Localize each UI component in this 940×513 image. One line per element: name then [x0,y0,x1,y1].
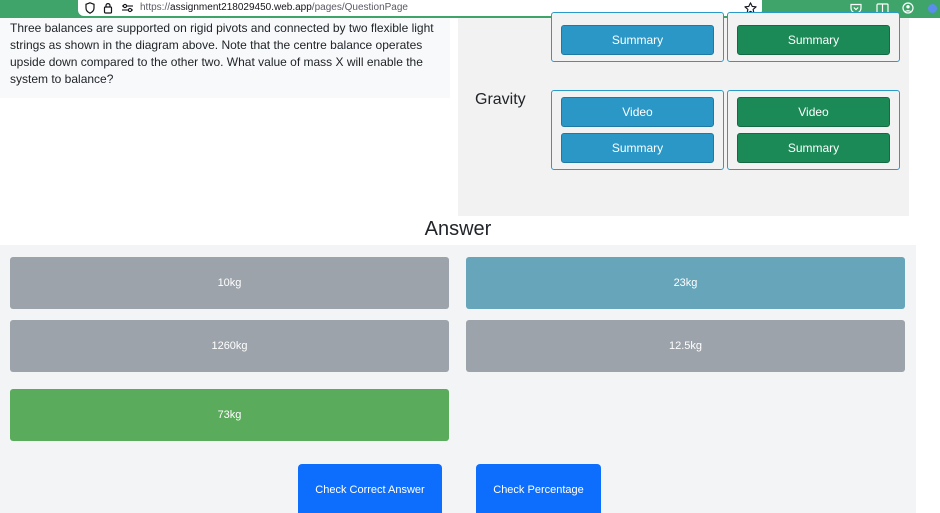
resource-box-gravity-left: Video Summary [551,90,724,170]
summary-button-left[interactable]: Summary [561,25,714,55]
extension-icon[interactable] [927,1,938,15]
resource-box-gravity-right: Video Summary [727,90,900,170]
check-correct-answer-button[interactable]: Check Correct Answer [298,464,442,513]
gravity-summary-button-right[interactable]: Summary [737,133,890,163]
question-panel: Three balances are supported on rigid pi… [0,18,450,98]
gravity-video-button-right[interactable]: Video [737,97,890,127]
answer-option-3[interactable]: 1260kg [10,320,449,372]
permissions-icon[interactable] [120,0,134,16]
shield-icon[interactable] [84,0,96,16]
answer-heading: Answer [424,218,492,240]
account-icon[interactable] [902,1,914,15]
url-scheme: https:// [140,2,171,13]
resource-box-right-top: Summary [727,12,900,62]
answer-option-2[interactable]: 23kg [466,257,905,309]
answer-option-5[interactable]: 73kg [10,389,449,441]
lock-icon[interactable] [102,0,114,16]
answer-area: 10kg 23kg 1260kg 12.5kg 73kg Check Corre… [0,245,916,513]
url-host: assignment218029450.web.app [170,2,312,13]
answer-option-4[interactable]: 12.5kg [466,320,905,372]
url-text[interactable]: https://assignment218029450.web.app/page… [140,1,408,15]
summary-button-right[interactable]: Summary [737,25,890,55]
page-root: https://assignment218029450.web.app/page… [0,0,940,513]
gravity-video-button-left[interactable]: Video [561,97,714,127]
resource-box-left-top: Summary [551,12,724,62]
question-text: Three balances are supported on rigid pi… [10,21,434,86]
resources-panel: Summary Summary Gravity Video Summary Vi… [458,12,909,216]
answer-option-1[interactable]: 10kg [10,257,449,309]
topic-label-gravity: Gravity [475,91,526,108]
check-percentage-button[interactable]: Check Percentage [476,464,601,513]
url-path: /pages/QuestionPage [311,2,408,13]
gravity-summary-button-left[interactable]: Summary [561,133,714,163]
